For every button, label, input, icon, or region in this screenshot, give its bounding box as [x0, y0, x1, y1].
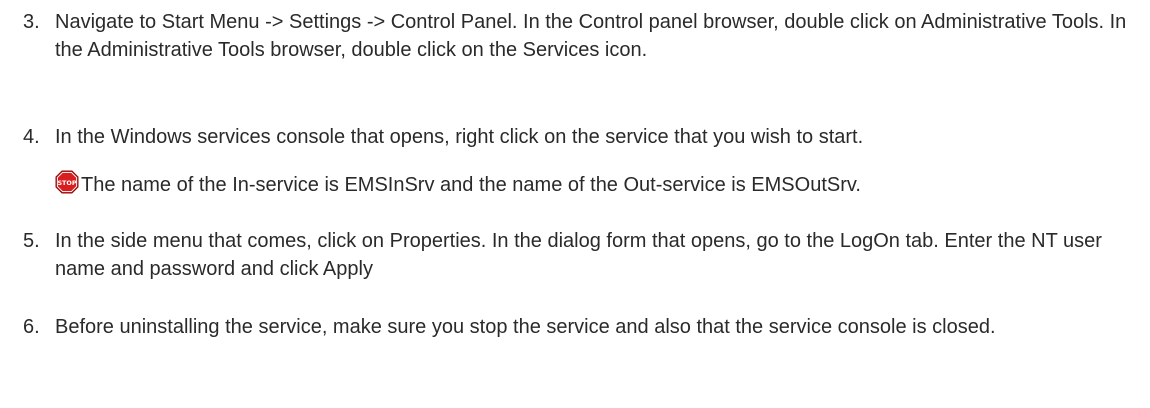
step-number: 3. [23, 11, 40, 33]
step-text: Before uninstalling the service, make su… [55, 316, 996, 338]
step-4: 4. In the Windows services console that … [23, 123, 1143, 151]
step-3: 3. Navigate to Start Menu -> Settings ->… [23, 8, 1143, 64]
step-6: 6. Before uninstalling the service, make… [23, 313, 1143, 341]
step-number: 5. [23, 230, 40, 252]
step-5: 5. In the side menu that comes, click on… [23, 227, 1143, 283]
stop-sign-icon: STOP [55, 170, 79, 194]
step-number: 6. [23, 316, 40, 338]
step-text: In the side menu that comes, click on Pr… [55, 230, 1102, 280]
note-text: The name of the In-service is EMSInSrv a… [81, 174, 861, 196]
note-callout: STOP The name of the In-service is EMSIn… [55, 170, 861, 199]
step-number: 4. [23, 126, 40, 148]
step-text: In the Windows services console that ope… [55, 126, 864, 148]
step-text: Navigate to Start Menu -> Settings -> Co… [55, 11, 1127, 61]
stop-icon-label: STOP [57, 179, 76, 187]
